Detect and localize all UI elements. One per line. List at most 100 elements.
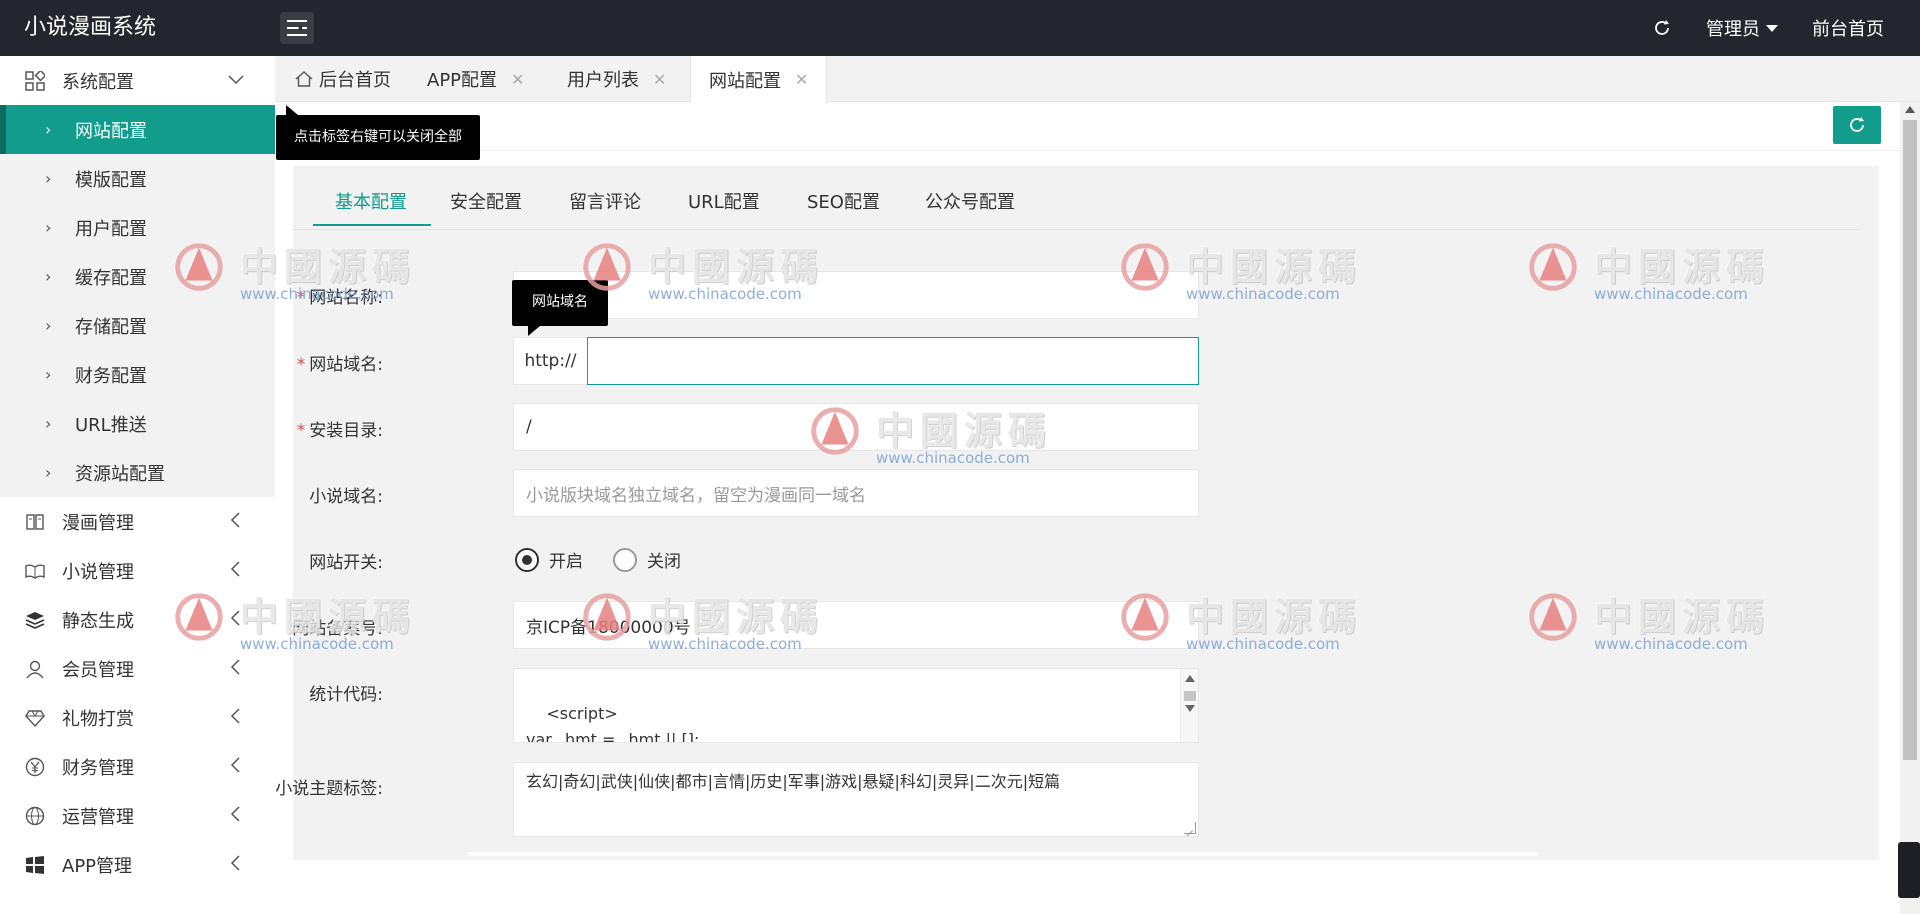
sidebar-group-label: 礼物打赏 [62, 708, 134, 730]
header-refresh-button[interactable] [1652, 18, 1672, 38]
sidebar-item-template-config[interactable]: › 模版配置 [0, 154, 275, 203]
sidebar-item-label: 用户配置 [75, 218, 147, 240]
tab-security-config[interactable]: 安全配置 [450, 188, 522, 214]
tab-user-list[interactable]: 用户列表 ✕ [567, 56, 666, 102]
sidebar-item-storage-config[interactable]: › 存储配置 [0, 301, 275, 350]
required-mark: * [296, 421, 306, 441]
sidebar-group-label: 会员管理 [62, 659, 134, 681]
sidebar-item-site-config[interactable]: › 网站配置 [0, 105, 275, 154]
chevron-left-icon [227, 854, 245, 872]
sidebar-item-label: 模版配置 [75, 169, 147, 191]
admin-menu[interactable]: 管理员 [1706, 15, 1778, 41]
install-dir-input[interactable]: / [513, 403, 1199, 451]
config-tabs: 基本配置 安全配置 留言评论 URL配置 SEO配置 公众号配置 [293, 166, 1859, 230]
scroll-down-icon [1185, 705, 1195, 712]
refresh-icon [1850, 117, 1864, 132]
site-domain-input[interactable] [587, 337, 1199, 385]
novel-domain-input[interactable]: 小说版块域名独立域名，留空为漫画同一域名 [513, 469, 1199, 517]
windows-icon [24, 854, 46, 876]
reading-book-icon [24, 560, 46, 582]
close-icon[interactable]: ✕ [511, 70, 524, 89]
chevron-right-icon: › [45, 120, 52, 139]
diamond-icon [24, 707, 46, 729]
radio-off[interactable] [613, 547, 637, 572]
divider [275, 150, 1900, 151]
chevron-left-icon [227, 658, 245, 676]
radio-on-label: 开启 [549, 552, 583, 572]
chevron-right-icon: › [45, 316, 52, 335]
chevron-right-icon: › [45, 463, 52, 482]
globe-icon [24, 805, 46, 827]
active-tab-underline [313, 224, 431, 226]
radio-on[interactable] [515, 547, 539, 572]
domain-prefix: http:// [513, 337, 588, 385]
layers-icon [24, 609, 46, 631]
tab-label: 后台首页 [319, 70, 391, 91]
required-mark: * [296, 288, 306, 308]
scroll-up-icon [1185, 675, 1195, 682]
tab-label: 用户列表 [567, 70, 639, 91]
tab-hint-tooltip: 点击标签右键可以关闭全部 [276, 105, 480, 160]
tab-app-config[interactable]: APP配置 ✕ [427, 56, 524, 102]
scroll-to-top-button[interactable] [1898, 842, 1920, 898]
site-name-input[interactable] [513, 271, 1199, 319]
sidebar-item-label: 财务配置 [75, 365, 147, 387]
chevron-right-icon: › [45, 267, 52, 286]
chevron-left-icon [227, 805, 245, 823]
icp-label: 网站备案号: [292, 619, 383, 639]
page-tabs: 后台首页 APP配置 ✕ 用户列表 ✕ 网站配置 ✕ [275, 56, 1920, 103]
sidebar-item-label: URL推送 [75, 414, 147, 436]
sidebar-group-system[interactable]: 系统配置 [0, 56, 275, 105]
tab-dashboard[interactable]: 后台首页 [295, 56, 391, 102]
tab-wechat-config[interactable]: 公众号配置 [925, 188, 1015, 214]
menu-icon [287, 20, 307, 36]
textarea-scrollbar[interactable] [1180, 669, 1198, 742]
sidebar-group-label: 财务管理 [62, 757, 134, 779]
sidebar-group-label: APP管理 [62, 855, 133, 877]
stat-code-label: 统计代码: [309, 685, 383, 705]
page-scroll-thumb[interactable] [1903, 120, 1917, 760]
admin-label: 管理员 [1706, 19, 1760, 40]
close-icon[interactable]: ✕ [653, 70, 666, 89]
tab-site-config[interactable]: 网站配置 ✕ [690, 56, 828, 103]
book-open-icon [24, 511, 46, 533]
tab-comment-config[interactable]: 留言评论 [569, 188, 641, 214]
chevron-right-icon: › [45, 169, 52, 188]
tab-seo-config[interactable]: SEO配置 [807, 188, 880, 214]
sidebar-item-label: 网站配置 [75, 120, 147, 142]
sidebar-item-label: 资源站配置 [75, 463, 165, 485]
sidebar-group-app[interactable]: APP管理 [0, 840, 275, 889]
menu-toggle-button[interactable] [280, 12, 314, 44]
resize-handle-icon[interactable] [1184, 822, 1196, 834]
stat-code-text: <script> var _hmt = _hmt || []; (functio… [526, 704, 700, 743]
front-home-link[interactable]: 前台首页 [1812, 15, 1884, 41]
caret-down-icon [1766, 24, 1778, 32]
card-bottom-edge [468, 852, 1538, 856]
page-scrollbar[interactable] [1900, 102, 1920, 914]
sidebar-item-user-config[interactable]: › 用户配置 [0, 203, 275, 252]
stat-code-textarea[interactable]: <script> var _hmt = _hmt || []; (functio… [513, 668, 1199, 743]
tab-url-config[interactable]: URL配置 [688, 188, 760, 214]
chevron-down-icon [227, 70, 245, 88]
sidebar-group-label: 运营管理 [62, 806, 134, 828]
user-icon [24, 658, 46, 680]
install-dir-label: * 安装目录: [296, 421, 383, 441]
site-switch-label: 网站开关: [309, 553, 383, 573]
scroll-thumb[interactable] [1184, 691, 1196, 701]
dashboard-grid-icon [24, 70, 46, 92]
novel-tags-textarea[interactable]: 玄幻|奇幻|武侠|仙侠|都市|言情|历史|军事|游戏|悬疑|科幻|灵异|二次元|… [513, 762, 1199, 837]
chevron-right-icon: › [45, 218, 52, 237]
scroll-up-icon [1905, 106, 1915, 113]
home-icon [295, 70, 319, 88]
site-domain-label: * 网站域名: [296, 355, 383, 375]
icp-input[interactable]: 京ICP备18000000号 [513, 601, 1199, 649]
radio-off-label: 关闭 [647, 552, 681, 572]
chevron-right-icon: › [45, 365, 52, 384]
sidebar-group-label: 系统配置 [62, 71, 134, 93]
domain-hint-tooltip: 网站域名 [512, 280, 608, 336]
close-icon[interactable]: ✕ [795, 70, 808, 89]
tab-basic-config[interactable]: 基本配置 [335, 188, 407, 214]
yen-coin-icon [24, 756, 46, 778]
chevron-left-icon [227, 756, 245, 774]
reload-page-button[interactable] [1833, 106, 1881, 144]
